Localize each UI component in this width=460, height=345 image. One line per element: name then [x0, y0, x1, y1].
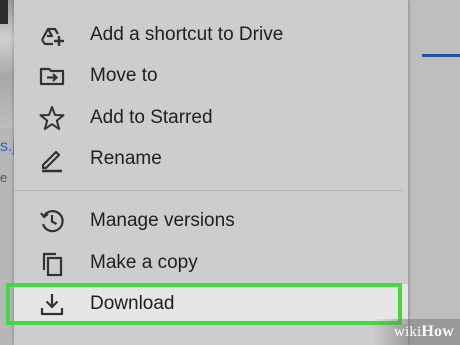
file-name-fragment[interactable]: s.j	[0, 138, 14, 156]
file-meta-fragment: e	[0, 170, 8, 185]
menu-item-manage-versions[interactable]: Manage versions	[14, 201, 408, 241]
menu-item-label: Add a shortcut to Drive	[90, 24, 284, 45]
menu-item-add-starred[interactable]: Add to Starred	[14, 98, 408, 138]
history-icon	[38, 207, 66, 235]
copy-icon	[38, 249, 66, 277]
wikihow-watermark: wiki How	[394, 323, 454, 341]
pencil-icon	[38, 145, 66, 173]
menu-item-download[interactable]: Download	[14, 284, 408, 324]
menu-item-label: Rename	[90, 148, 162, 169]
move-to-folder-icon	[38, 62, 66, 90]
menu-divider	[14, 190, 402, 191]
file-list-background: s.j e	[0, 0, 14, 345]
download-icon	[38, 290, 66, 318]
selection-indicator	[422, 54, 460, 57]
menu-item-label: Add to Starred	[90, 107, 213, 128]
menu-item-label: Download	[90, 293, 175, 314]
menu-item-label: Move to	[90, 65, 158, 86]
menu-item-label: Manage versions	[90, 210, 235, 231]
menu-item-rename[interactable]: Rename	[14, 139, 408, 179]
right-background	[408, 0, 460, 345]
menu-item-make-copy[interactable]: Make a copy	[14, 243, 408, 283]
thumbnail-edge	[0, 0, 8, 24]
watermark-part1: wiki	[393, 324, 422, 340]
context-menu: Add a shortcut to Drive Move to Add to S…	[14, 0, 408, 345]
add-shortcut-icon	[38, 21, 66, 49]
menu-item-move-to[interactable]: Move to	[14, 56, 408, 96]
watermark-part2: How	[421, 323, 454, 340]
menu-item-label: Make a copy	[90, 252, 198, 273]
star-icon	[38, 104, 66, 132]
menu-item-add-shortcut[interactable]: Add a shortcut to Drive	[14, 15, 408, 55]
